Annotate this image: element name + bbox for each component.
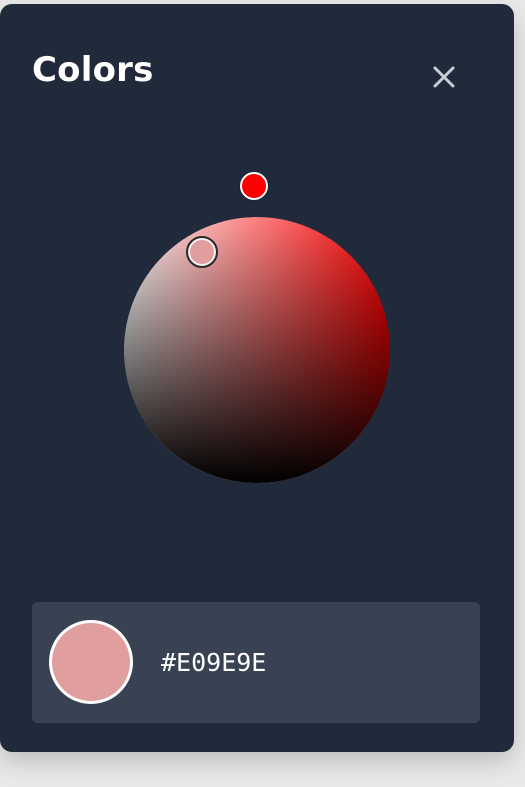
value-gradient: [124, 217, 390, 483]
saturation-value-wheel[interactable]: [124, 217, 390, 483]
selected-color-swatch: [49, 620, 133, 704]
colors-panel: Colors #E09E9E: [0, 4, 514, 752]
saturation-value-handle[interactable]: [186, 236, 218, 268]
close-icon[interactable]: [429, 62, 459, 92]
hex-value[interactable]: #E09E9E: [161, 650, 266, 675]
panel-title: Colors: [32, 50, 154, 90]
close-button[interactable]: [429, 62, 459, 92]
hue-handle[interactable]: [240, 172, 268, 200]
selected-color-output: #E09E9E: [32, 602, 480, 723]
